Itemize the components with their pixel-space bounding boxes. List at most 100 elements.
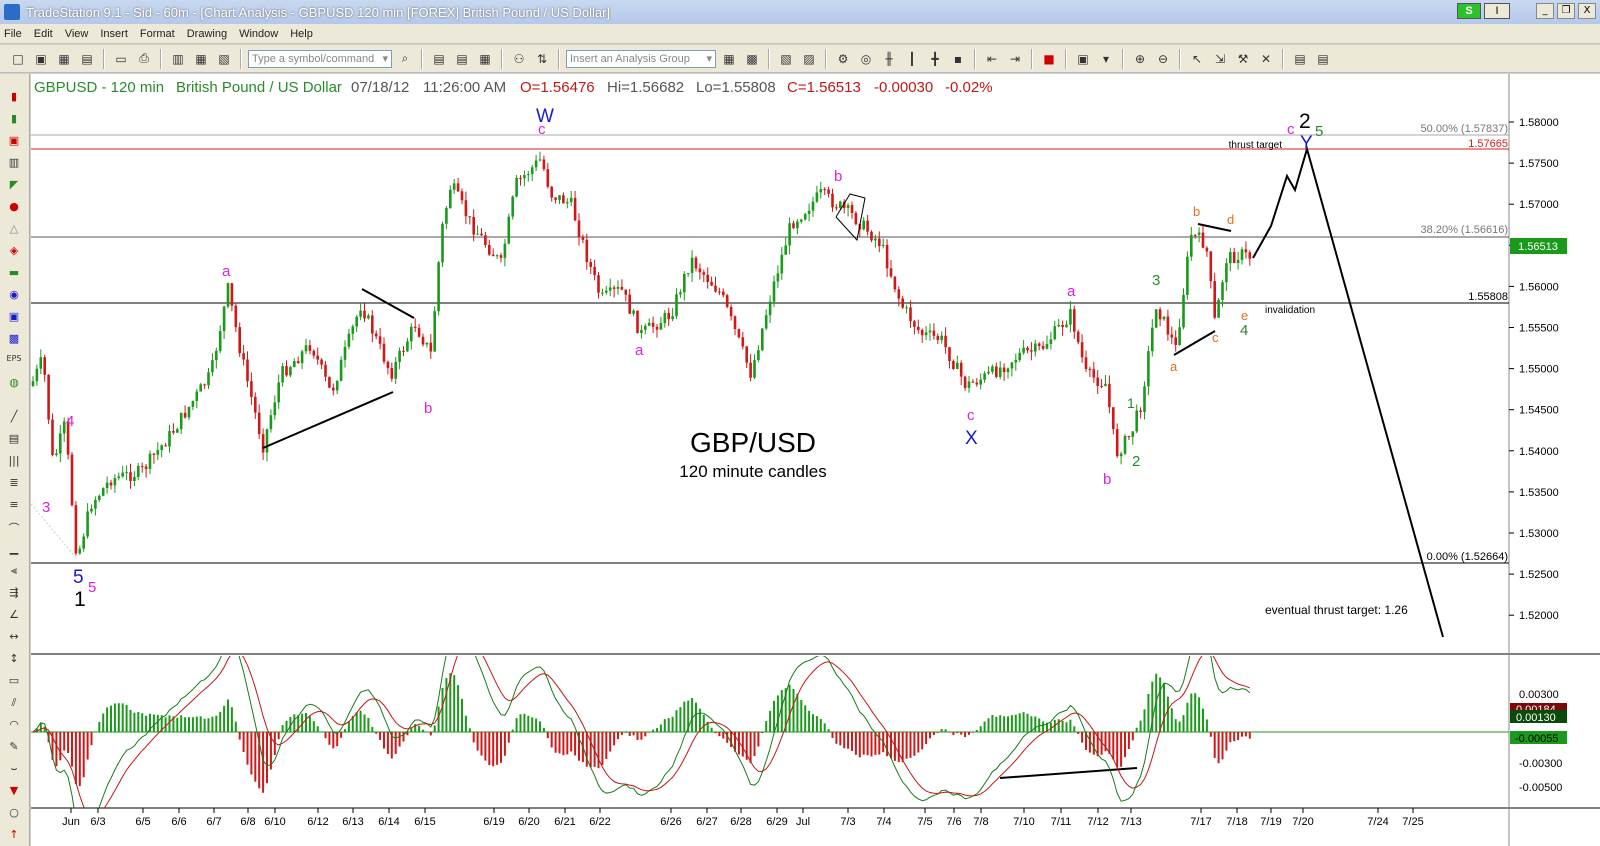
new-icon[interactable]: □: [8, 49, 28, 69]
minimize-button[interactable]: _: [1536, 3, 1554, 19]
web-browser-icon[interactable]: ◉: [6, 288, 22, 302]
save-icon[interactable]: ▦: [54, 49, 74, 69]
analysis-group-input[interactable]: Insert an Analysis Group ▾: [566, 49, 716, 68]
rectangle-tool-icon[interactable]: ▭: [6, 674, 22, 688]
arrow-up-icon[interactable]: ↑: [6, 828, 22, 842]
open-icon[interactable]: ▣: [31, 49, 51, 69]
news-icon[interactable]: ●: [6, 200, 22, 214]
pen-icon[interactable]: ✎: [6, 740, 22, 754]
close-button[interactable]: X: [1578, 3, 1596, 19]
print-preview-icon[interactable]: ▭: [111, 49, 131, 69]
save-all-icon[interactable]: ▤: [77, 49, 97, 69]
status-s-button[interactable]: S: [1457, 3, 1481, 19]
print-icon[interactable]: ⎙: [134, 49, 154, 69]
notes2-icon[interactable]: ▤: [1313, 49, 1333, 69]
macd-bar: [1170, 708, 1173, 732]
info-i-button[interactable]: I: [1484, 3, 1510, 19]
line-type-icon[interactable]: ╋: [925, 49, 945, 69]
template3-icon[interactable]: ▦: [475, 49, 495, 69]
macd-bar: [858, 732, 861, 758]
format2-icon[interactable]: ▨: [799, 49, 819, 69]
candle-body: [1248, 252, 1252, 259]
hotlist-icon[interactable]: △: [6, 222, 22, 236]
color-scheme-icon[interactable]: ▣: [1073, 49, 1093, 69]
restore-button[interactable]: ❐: [1557, 3, 1575, 19]
globe-icon[interactable]: ◍: [6, 376, 22, 390]
freehand-icon[interactable]: ⌣: [6, 762, 22, 776]
scan-icon[interactable]: ⚙: [833, 49, 853, 69]
fib-extension-icon[interactable]: ≡: [6, 498, 22, 512]
orders-icon[interactable]: ▩: [6, 332, 22, 346]
arrow-down-icon[interactable]: ▼: [6, 784, 22, 798]
candle-body: [1225, 263, 1228, 283]
bar-type-icon[interactable]: ╫: [879, 49, 899, 69]
scroll-right-icon[interactable]: ⇥: [1005, 49, 1025, 69]
crosshair-icon[interactable]: ↔: [6, 630, 22, 644]
chart-window[interactable]: GBPUSD - 120 min British Pound / US Doll…: [31, 74, 1600, 846]
template-icon[interactable]: ▤: [429, 49, 449, 69]
tools-icon[interactable]: ✕: [1256, 49, 1276, 69]
macd-bar: [847, 732, 850, 749]
grid-icon[interactable]: ▦: [191, 49, 211, 69]
horizontal-line-icon[interactable]: ▤: [6, 432, 22, 446]
pointer-icon[interactable]: ↖: [1187, 49, 1207, 69]
macd-bar: [909, 732, 912, 758]
circle-tool-icon[interactable]: ○: [6, 806, 22, 820]
ticker-icon[interactable]: ▬: [6, 266, 22, 280]
portfolio-icon[interactable]: ◈: [6, 244, 22, 258]
menu-window[interactable]: Window: [239, 28, 278, 40]
eps-icon[interactable]: EPS: [6, 354, 22, 368]
macd-bar: [983, 721, 986, 732]
link-icon[interactable]: ⚇: [509, 49, 529, 69]
macd-bar: [1202, 708, 1204, 732]
symbol-input[interactable]: Type a symbol/command ▾: [248, 49, 392, 68]
chart-date: 07/18/12: [351, 79, 409, 96]
workspace-icon[interactable]: ▧: [214, 49, 234, 69]
sort-icon[interactable]: ⇅: [532, 49, 552, 69]
candle-type-icon[interactable]: ┃: [902, 49, 922, 69]
zoom-in-icon[interactable]: ⊕: [1130, 49, 1150, 69]
menu-view[interactable]: View: [65, 28, 89, 40]
insert-strategy-icon[interactable]: ▩: [742, 49, 762, 69]
menu-edit[interactable]: Edit: [34, 28, 53, 40]
format-icon[interactable]: ▧: [776, 49, 796, 69]
andrews-pitchfork-icon[interactable]: ⫷: [6, 564, 22, 578]
trendline-tool-icon[interactable]: ╱: [6, 410, 22, 424]
channel-icon[interactable]: ⫽: [6, 696, 22, 710]
regression-channel-icon[interactable]: ⇶: [6, 586, 22, 600]
vertical-line-icon[interactable]: |||: [6, 454, 22, 468]
scroll-left-icon[interactable]: ⇤: [982, 49, 1002, 69]
fib-retracement-icon[interactable]: ≣: [6, 476, 22, 490]
menu-drawing[interactable]: Drawing: [187, 28, 227, 40]
drag-icon[interactable]: ⇲: [1210, 49, 1230, 69]
arc-icon[interactable]: ◠: [6, 718, 22, 732]
angle-icon[interactable]: ∠: [6, 608, 22, 622]
menu-insert[interactable]: Insert: [100, 28, 128, 40]
account-icon[interactable]: ▣: [6, 310, 22, 324]
speed-line-icon[interactable]: ▁: [6, 542, 22, 556]
candle-body: [979, 379, 982, 385]
scanner-icon[interactable]: ◤: [6, 178, 22, 192]
notes-icon[interactable]: ▤: [1290, 49, 1310, 69]
macd-bar: [1241, 732, 1243, 737]
optionstation-icon[interactable]: ▥: [6, 156, 22, 170]
matrix-icon[interactable]: ■: [1039, 49, 1059, 69]
insert-indicator-icon[interactable]: ▦: [719, 49, 739, 69]
gann-fan-icon[interactable]: ⌒: [6, 520, 22, 535]
matrix-tool-icon[interactable]: ▣: [6, 134, 22, 148]
chart-analysis-icon[interactable]: ▮: [6, 90, 22, 104]
radar-icon[interactable]: ◎: [856, 49, 876, 69]
hammer-icon[interactable]: ⚒: [1233, 49, 1253, 69]
symbol-lookup-icon[interactable]: ⌕: [395, 49, 415, 69]
radarscreen-icon[interactable]: ▮: [6, 112, 22, 126]
macd-bar: [1186, 702, 1189, 732]
menu-file[interactable]: File: [4, 28, 22, 40]
window-list-icon[interactable]: ▥: [168, 49, 188, 69]
dropdown-icon[interactable]: ▾: [1096, 49, 1116, 69]
template2-icon[interactable]: ▤: [452, 49, 472, 69]
zoom-out-icon[interactable]: ⊖: [1153, 49, 1173, 69]
menu-help[interactable]: Help: [290, 28, 313, 40]
pnf-type-icon[interactable]: ▪: [948, 49, 968, 69]
vertical-arrow-icon[interactable]: ↕: [6, 652, 22, 666]
menu-format[interactable]: Format: [140, 28, 175, 40]
